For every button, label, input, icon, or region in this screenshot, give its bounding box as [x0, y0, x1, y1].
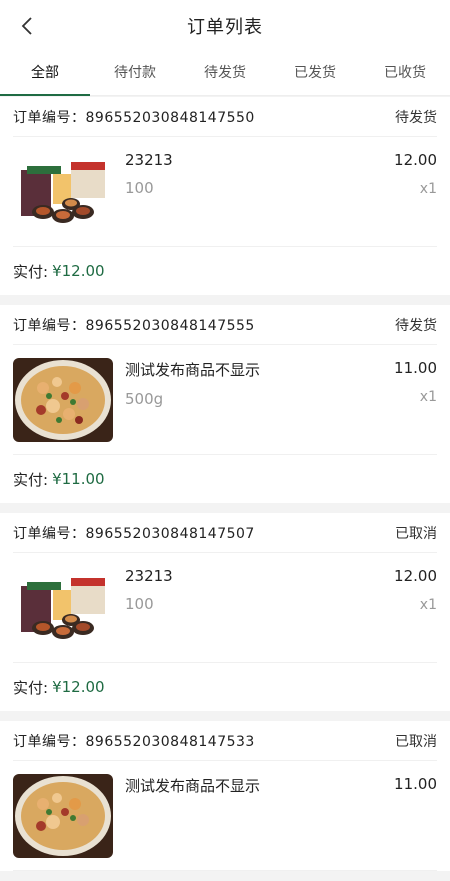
top-bar: 订单列表: [0, 0, 450, 52]
order-number: 订单编号：896552030848147507: [13, 523, 255, 543]
paid-amount: ¥11.00: [52, 470, 105, 488]
order-card[interactable]: 订单编号：896552030848147550 待发货 23213 100 12…: [0, 97, 450, 295]
paid-label: 实付:: [13, 678, 49, 697]
product-quantity: x1: [419, 389, 437, 405]
order-status: 已取消: [395, 733, 437, 750]
order-number-label: 订单编号：: [13, 733, 86, 750]
order-number-value: 896552030848147507: [85, 525, 255, 542]
chevron-left-icon: [21, 17, 32, 35]
order-number-value: 896552030848147550: [85, 109, 255, 126]
order-number-label: 订单编号：: [13, 525, 86, 542]
product-price: 12.00: [394, 567, 437, 585]
order-item[interactable]: 23213 100 12.00 x1: [13, 137, 437, 247]
product-quantity: x1: [419, 181, 437, 197]
order-number: 订单编号：896552030848147550: [13, 107, 255, 127]
product-name: 23213: [125, 151, 173, 169]
back-button[interactable]: [14, 13, 40, 39]
paid-label: 实付:: [13, 262, 49, 281]
order-number-label: 订单编号：: [13, 317, 86, 334]
order-status: 待发货: [395, 109, 437, 126]
order-number-value: 896552030848147533: [85, 733, 255, 750]
product-thumbnail: [13, 565, 113, 650]
order-footer: 实付: ¥11.00: [13, 455, 437, 503]
order-footer: 实付: ¥12.00: [13, 247, 437, 295]
product-thumbnail: [13, 357, 113, 442]
product-spec: 500g: [125, 390, 164, 408]
order-number-label: 订单编号：: [13, 109, 86, 126]
product-spec: 100: [125, 595, 154, 613]
order-item[interactable]: 23213 100 12.00 x1: [13, 553, 437, 663]
order-status: 待发货: [395, 317, 437, 334]
product-name: 测试发布商品不显示: [125, 777, 261, 795]
product-name: 测试发布商品不显示: [125, 361, 261, 379]
order-tabs: 全部 待付款 待发货 已发货 已收货: [0, 52, 450, 96]
order-header: 订单编号：896552030848147533 已取消: [13, 721, 437, 761]
product-thumbnail: [13, 773, 113, 858]
order-number-value: 896552030848147555: [85, 317, 255, 334]
order-number: 订单编号：896552030848147555: [13, 315, 255, 335]
order-item[interactable]: 测试发布商品不显示 500g 11.00 x1: [13, 345, 437, 455]
order-item[interactable]: 测试发布商品不显示 11.00: [13, 761, 437, 871]
tab-received[interactable]: 已收货: [360, 52, 450, 95]
order-header: 订单编号：896552030848147555 待发货: [13, 305, 437, 345]
order-card[interactable]: 订单编号：896552030848147555 待发货 测试发布商品不显示 50…: [0, 305, 450, 503]
tab-all[interactable]: 全部: [0, 52, 90, 96]
tab-pending-payment[interactable]: 待付款: [90, 52, 180, 95]
tab-pending-shipment[interactable]: 待发货: [180, 52, 270, 95]
product-price: 11.00: [394, 775, 437, 793]
order-list: 订单编号：896552030848147550 待发货 23213 100 12…: [0, 97, 450, 881]
product-quantity: x1: [419, 597, 437, 613]
order-number: 订单编号：896552030848147533: [13, 731, 255, 751]
tab-shipped[interactable]: 已发货: [270, 52, 360, 95]
order-header: 订单编号：896552030848147507 已取消: [13, 513, 437, 553]
order-card[interactable]: 订单编号：896552030848147507 已取消 23213 100 12…: [0, 513, 450, 711]
product-spec: 100: [125, 179, 154, 197]
order-status: 已取消: [395, 525, 437, 542]
paid-amount: ¥12.00: [52, 262, 105, 280]
product-price: 12.00: [394, 151, 437, 169]
order-card[interactable]: 订单编号：896552030848147533 已取消 测试发布商品不显示 11…: [0, 721, 450, 871]
paid-amount: ¥12.00: [52, 678, 105, 696]
order-footer: 实付: ¥12.00: [13, 663, 437, 711]
page-title: 订单列表: [187, 17, 263, 38]
product-price: 11.00: [394, 359, 437, 377]
order-header: 订单编号：896552030848147550 待发货: [13, 97, 437, 137]
paid-label: 实付:: [13, 470, 49, 489]
product-thumbnail: [13, 149, 113, 234]
product-name: 23213: [125, 567, 173, 585]
